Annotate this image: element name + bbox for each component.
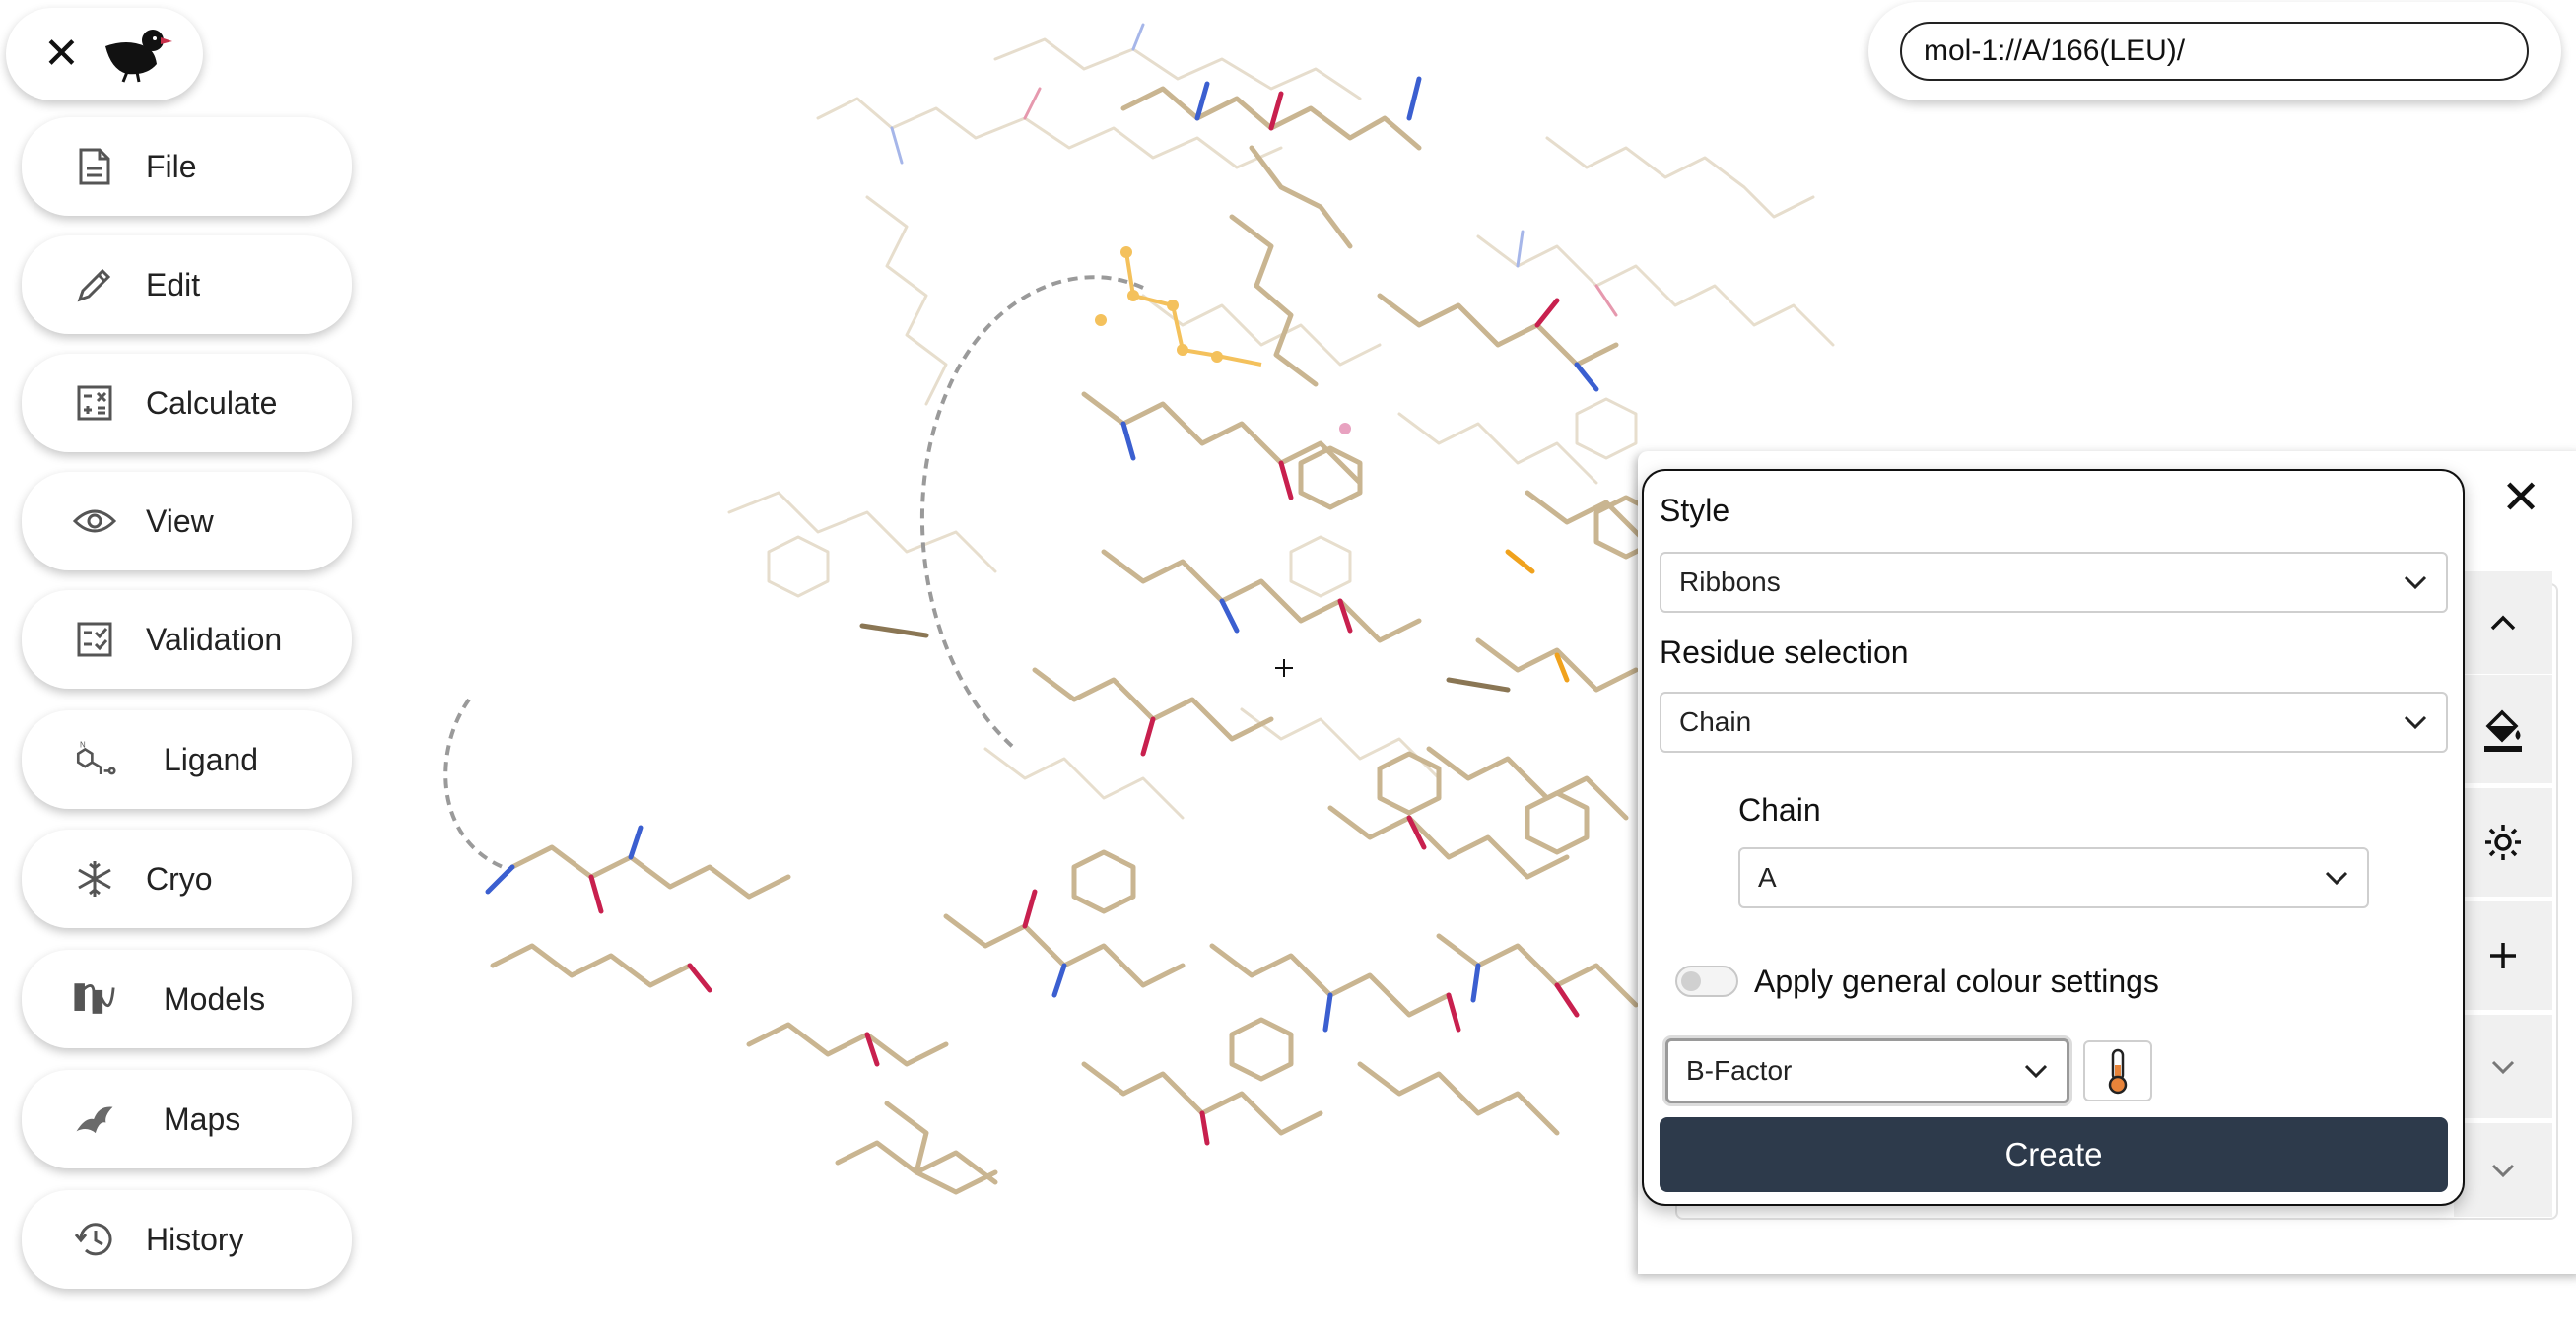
menu-models-button[interactable]: Models <box>22 950 352 1048</box>
chevron-down-icon <box>2404 715 2427 730</box>
menu-file-label: File <box>146 148 197 184</box>
eye-icon <box>73 500 116 543</box>
close-icon[interactable]: ✕ <box>2501 475 2541 522</box>
add-representation-dialog: Style Ribbons Residue selection Chain Ch… <box>1642 469 2465 1206</box>
gear-icon[interactable] <box>2454 788 2552 897</box>
menu-validation-button[interactable]: Validation <box>22 590 352 689</box>
menu-history-button[interactable]: History <box>22 1190 352 1289</box>
coot-bird-logo <box>104 30 172 83</box>
menu-maps-label: Maps <box>164 1101 241 1137</box>
menu-ligand-label: Ligand <box>164 741 259 777</box>
menu-cryo-button[interactable]: Cryo <box>22 830 352 928</box>
ligand-icon: N <box>73 738 116 781</box>
style-select-value: Ribbons <box>1679 567 1781 597</box>
chevron-down-icon[interactable] <box>2454 1015 2552 1118</box>
colour-mode-value: B-Factor <box>1686 1055 1793 1086</box>
close-menu-pill[interactable]: ✕ <box>6 8 203 100</box>
menu-ligand-button[interactable]: N Ligand <box>22 710 352 809</box>
snowflake-icon <box>73 857 116 900</box>
residue-selection-select[interactable]: Chain <box>1660 692 2448 753</box>
residue-selection-label: Residue selection <box>1660 634 1909 670</box>
colour-mode-select[interactable]: B-Factor <box>1665 1038 2069 1103</box>
menu-calculate-label: Calculate <box>146 384 278 421</box>
chevron-down-icon <box>2024 1064 2048 1079</box>
calculator-icon <box>73 381 116 425</box>
menu-maps-button[interactable]: Maps <box>22 1070 352 1168</box>
thermometer-icon <box>2108 1048 2128 1095</box>
residue-selection-value: Chain <box>1679 706 1752 737</box>
chain-select[interactable]: A <box>1738 847 2369 908</box>
menu-calculate-button[interactable]: Calculate <box>22 354 352 452</box>
models-icon <box>73 977 116 1021</box>
svg-text:N: N <box>80 741 86 750</box>
menu-edit-button[interactable]: Edit <box>22 235 352 334</box>
menu-view-label: View <box>146 502 214 539</box>
style-select[interactable]: Ribbons <box>1660 552 2448 613</box>
paint-bucket-icon[interactable] <box>2454 675 2552 783</box>
maps-icon <box>73 1098 116 1141</box>
residue-address-pill <box>1868 2 2561 100</box>
menu-validation-label: Validation <box>146 621 283 657</box>
apply-general-colour-label: Apply general colour settings <box>1754 964 2159 999</box>
file-icon <box>73 145 116 188</box>
plus-icon[interactable] <box>2454 901 2552 1010</box>
distance-arcs <box>443 275 1144 869</box>
rotation-center-crosshair <box>1275 659 1293 677</box>
menu-edit-label: Edit <box>146 266 201 302</box>
molecule-near-layer <box>485 76 1659 1195</box>
chevron-down-icon <box>2404 575 2427 590</box>
style-label: Style <box>1660 493 1730 528</box>
checklist-icon <box>73 618 116 661</box>
chain-select-value: A <box>1758 862 1777 893</box>
chevron-up-icon[interactable] <box>2454 571 2552 674</box>
ligand-highlight <box>1095 246 1351 434</box>
pencil-icon <box>73 263 116 306</box>
chevron-down-icon <box>2325 871 2348 886</box>
chevron-down-icon[interactable] <box>2454 1123 2552 1217</box>
menu-file-button[interactable]: File <box>22 117 352 216</box>
menu-view-button[interactable]: View <box>22 472 352 570</box>
colour-scale-button[interactable] <box>2083 1040 2152 1101</box>
menu-history-label: History <box>146 1221 244 1257</box>
menu-cryo-label: Cryo <box>146 860 213 897</box>
menu-models-label: Models <box>164 980 266 1017</box>
close-icon[interactable]: ✕ <box>43 33 80 76</box>
apply-general-colour-toggle[interactable] <box>1675 966 1738 997</box>
create-button[interactable]: Create <box>1660 1117 2448 1192</box>
residue-address-input[interactable] <box>1900 22 2529 81</box>
chain-label: Chain <box>1738 792 1821 828</box>
history-icon <box>73 1218 116 1261</box>
